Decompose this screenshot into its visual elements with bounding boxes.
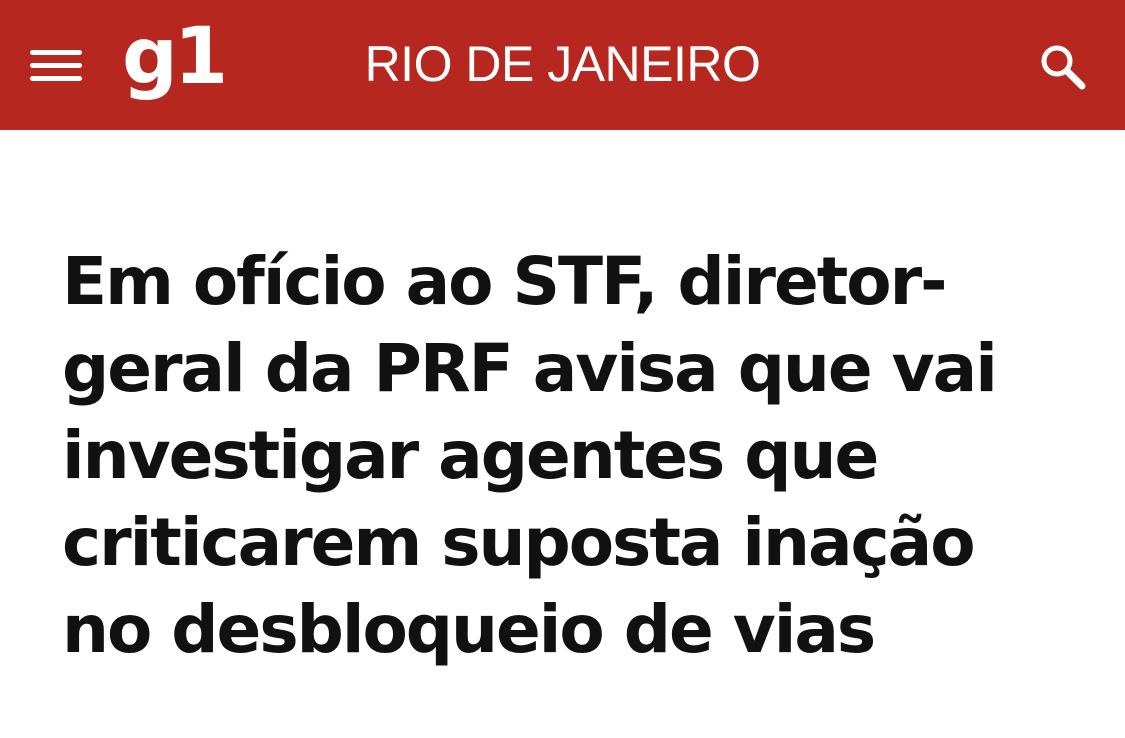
menu-bar-line: [30, 76, 82, 81]
search-icon-graphic: [1041, 45, 1086, 90]
search-icon[interactable]: [1038, 42, 1088, 92]
menu-bar-line: [30, 50, 82, 55]
article-headline: Em ofício ao STF, diretor-geral da PRF a…: [62, 243, 998, 668]
menu-bar-line: [30, 63, 82, 68]
top-navigation-bar: g1 RIO DE JANEIRO: [0, 0, 1125, 130]
hamburger-menu-icon[interactable]: [30, 46, 82, 86]
g1-logo[interactable]: g1: [122, 18, 228, 96]
